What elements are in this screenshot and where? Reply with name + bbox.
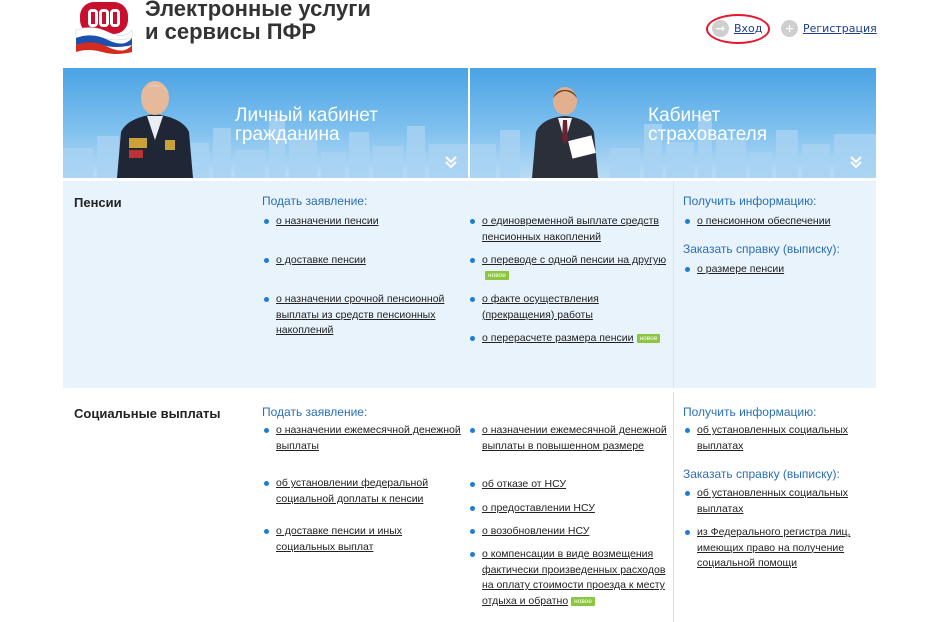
list-item[interactable]: об установлении федеральной социальной д… [262, 476, 462, 507]
pension-delivery-link[interactable]: о доставке пенсии [276, 254, 366, 266]
social-info-header: Получить информацию: [683, 405, 817, 419]
site-title: Электронные услуги и сервисы ПФР [145, 0, 371, 43]
register-link[interactable]: Регистрация [803, 22, 877, 35]
login-arrow-icon[interactable]: → [712, 19, 729, 37]
nsu-provision-link[interactable]: о предоставлении НСУ [482, 502, 595, 514]
pension-assignment-link[interactable]: о назначении пенсии [276, 215, 379, 227]
list-item[interactable]: о предоставлении НСУ [468, 501, 668, 517]
pension-recalculation-link[interactable]: о перерасчете размера пенсии [482, 332, 634, 344]
federal-register-statement-link[interactable]: из Федерального регистра лиц, имеющих пр… [697, 526, 850, 569]
list-item[interactable]: об установленных социальных выплатах [683, 486, 873, 517]
login-link[interactable]: Вход [734, 22, 762, 35]
pensions-section: Пенсии Подать заявление: о назначении пе… [63, 181, 876, 388]
pensions-section-title: Пенсии [74, 195, 122, 210]
social-payments-section: Социальные выплаты Подать заявление: о н… [63, 392, 876, 622]
list-item[interactable]: о пенсионном обеспечении [683, 214, 873, 230]
pensions-apply-header: Подать заявление: [262, 194, 368, 208]
insurer-cabinet-title[interactable]: Кабинет страхователя [648, 106, 767, 144]
list-item[interactable]: о назначении ежемесячной денежной выплат… [262, 423, 462, 454]
pension-transfer-link[interactable]: о переводе с одной пенсии на другую [482, 254, 666, 266]
chevron-double-down-icon[interactable] [443, 154, 459, 170]
list-item[interactable]: о назначении пенсии [262, 214, 462, 230]
list-item[interactable]: о переводе с одной пенсии на другую новое [468, 253, 668, 284]
list-item[interactable]: о доставке пенсии [262, 253, 462, 269]
pension-amount-statement-link[interactable]: о размере пенсии [697, 263, 784, 275]
monthly-payment-link[interactable]: о назначении ежемесячной денежной выплат… [276, 424, 461, 452]
urgent-pension-payment-link[interactable]: о назначении срочной пенсионной выплаты … [276, 293, 444, 336]
list-item[interactable]: о перерасчете размера пенсии новое [468, 331, 668, 347]
list-item[interactable]: о компенсации в виде возмещения фактичес… [468, 547, 668, 609]
list-item[interactable]: о назначении срочной пенсионной выплаты … [262, 292, 462, 339]
list-item[interactable]: о назначении ежемесячной денежной выплат… [468, 423, 668, 454]
list-item[interactable]: о возобновлении НСУ [468, 524, 668, 540]
list-item[interactable]: о единовременной выплате средств пенсион… [468, 214, 668, 245]
pensions-order-header: Заказать справку (выписку): [683, 242, 840, 256]
insurer-cabinet-title-line-2[interactable]: страхователя [648, 125, 767, 144]
chevron-double-down-icon[interactable] [848, 154, 864, 170]
citizen-cabinet-title[interactable]: Личный кабинет гражданина [235, 106, 378, 144]
citizen-cabinet-title-line-2[interactable]: гражданина [235, 125, 378, 144]
citizen-cabinet-panel[interactable]: Личный кабинет гражданина [63, 68, 468, 178]
social-apply-header: Подать заявление: [262, 405, 368, 419]
insurer-cabinet-panel[interactable]: Кабинет страхователя [470, 68, 876, 178]
pensions-info-column: Получить информацию: о пенсионном обеспе… [673, 181, 873, 388]
work-fact-link[interactable]: о факте осуществления (прекращения) рабо… [482, 293, 599, 321]
register-link-group[interactable]: + Регистрация [781, 16, 877, 40]
increased-monthly-payment-link[interactable]: о назначении ежемесячной денежной выплат… [482, 424, 667, 452]
citizen-photo [117, 81, 193, 178]
social-section-title: Социальные выплаты [74, 406, 221, 421]
insurer-cabinet-title-line-1[interactable]: Кабинет [648, 106, 767, 125]
list-item[interactable]: из Федерального регистра лиц, имеющих пр… [683, 525, 873, 572]
new-badge: новое [636, 333, 661, 343]
citizen-cabinet-title-line-1[interactable]: Личный кабинет [235, 106, 378, 125]
site-title-line-2: и сервисы ПФР [145, 19, 316, 44]
login-link-group[interactable]: → Вход [712, 16, 762, 40]
insurer-photo [532, 87, 598, 178]
list-item[interactable]: о факте осуществления (прекращения) рабо… [468, 292, 668, 323]
pfr-logo-icon[interactable] [74, 0, 134, 54]
lump-sum-payment-link[interactable]: о единовременной выплате средств пенсион… [482, 215, 659, 243]
established-payments-info-link[interactable]: об установленных социальных выплатах [697, 424, 848, 452]
federal-supplement-link[interactable]: об установлении федеральной социальной д… [276, 477, 428, 505]
social-delivery-link[interactable]: о доставке пенсии и иных социальных выпл… [276, 525, 402, 553]
new-badge: новое [485, 271, 509, 281]
social-order-header: Заказать справку (выписку): [683, 467, 840, 481]
list-item[interactable]: о доставке пенсии и иных социальных выпл… [262, 524, 462, 555]
pensions-info-header: Получить информацию: [683, 194, 817, 208]
list-item[interactable]: о размере пенсии [683, 262, 873, 278]
new-badge: новое [571, 596, 595, 606]
established-payments-statement-link[interactable]: об установленных социальных выплатах [697, 487, 848, 515]
social-info-column: Получить информацию: об установленных со… [673, 392, 873, 622]
site-title-line-1: Электронные услуги [145, 0, 371, 21]
list-item[interactable]: об отказе от НСУ [468, 477, 668, 493]
nsu-renewal-link[interactable]: о возобновлении НСУ [482, 525, 589, 537]
plus-icon[interactable]: + [781, 19, 798, 37]
pension-provision-info-link[interactable]: о пенсионном обеспечении [697, 215, 830, 227]
list-item[interactable]: об установленных социальных выплатах [683, 423, 873, 454]
nsu-refusal-link[interactable]: об отказе от НСУ [482, 478, 566, 490]
cabinet-banner: Личный кабинет гражданина Кабинет страхо… [63, 68, 876, 178]
